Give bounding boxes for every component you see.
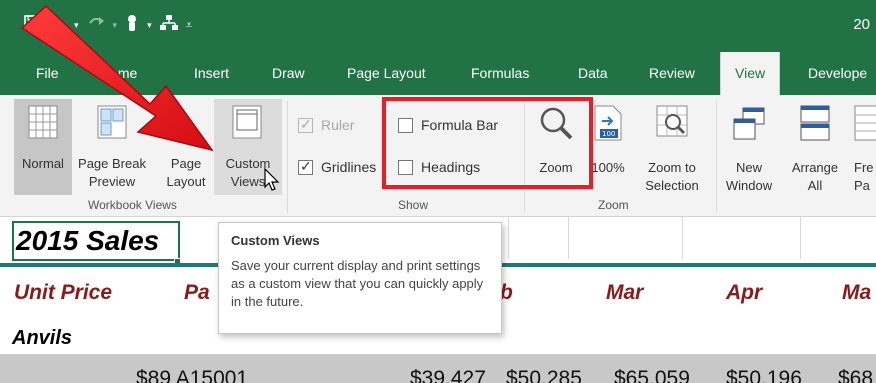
tab-formulas[interactable]: Formulas xyxy=(471,52,529,95)
window-title: 20 xyxy=(853,16,870,33)
ruler-checkbox[interactable]: ✓ Ruler xyxy=(298,115,355,133)
tab-developer[interactable]: Develope xyxy=(808,52,867,95)
mouse-cursor-icon xyxy=(264,168,280,191)
annotation-highlight-box xyxy=(382,97,593,189)
arrange-all-label-2: All xyxy=(807,178,823,193)
header-unit-price[interactable]: Unit Price xyxy=(14,281,112,305)
arrange-all-button[interactable]: Arrange All xyxy=(786,99,844,195)
annotation-arrow-icon xyxy=(20,4,214,152)
freeze-panes-label-1: Fre xyxy=(854,160,874,175)
gridlines-checkbox-box: ✓ xyxy=(298,157,313,175)
header-apr[interactable]: Apr xyxy=(726,281,762,305)
cell-gridline xyxy=(682,217,683,259)
ruler-label: Ruler xyxy=(321,117,355,133)
tab-view[interactable]: View xyxy=(720,52,781,95)
arrange-all-label-1: Arrange xyxy=(791,160,839,175)
cell-value[interactable]: $39,427 xyxy=(410,367,486,383)
zoom-to-selection-icon xyxy=(656,105,688,137)
new-window-label-2: Window xyxy=(725,178,773,193)
cell-value[interactable]: $68 xyxy=(838,367,873,383)
svg-text:100: 100 xyxy=(602,130,615,138)
selected-cell-title[interactable]: 2015 Sales xyxy=(12,221,180,261)
tab-review[interactable]: Review xyxy=(649,52,695,95)
zoom-to-selection-label-1: Zoom to xyxy=(648,160,696,175)
cell-value[interactable]: $50,285 xyxy=(506,367,582,383)
show-group-label: Show xyxy=(398,198,429,212)
zoom-to-selection-label-2: Selection xyxy=(645,178,699,193)
tab-page-layout[interactable]: Page Layout xyxy=(347,52,426,95)
gridlines-label: Gridlines xyxy=(321,159,377,175)
workbook-views-group-label: Workbook Views xyxy=(88,198,177,212)
tab-draw[interactable]: Draw xyxy=(272,52,305,95)
row-label-anvils[interactable]: Anvils xyxy=(12,327,72,350)
tooltip-title: Custom Views xyxy=(231,233,320,248)
cell-gridline xyxy=(508,217,509,259)
tooltip-body: Save your current display and print sett… xyxy=(231,258,484,309)
arrange-all-icon xyxy=(800,105,830,141)
freeze-panes-label-2: Pa xyxy=(854,178,870,193)
header-may[interactable]: Ma xyxy=(842,281,871,305)
new-window-button[interactable]: New Window xyxy=(722,99,776,195)
cell-value[interactable]: $89 A15001 xyxy=(136,367,248,383)
header-mar[interactable]: Mar xyxy=(606,281,643,305)
freeze-panes-icon xyxy=(854,105,876,141)
new-window-label-1: New xyxy=(735,160,762,175)
zoom-group-label: Zoom xyxy=(598,198,629,212)
header-part[interactable]: Pa xyxy=(184,281,210,305)
cell-value[interactable]: $50,196 xyxy=(726,367,802,383)
tab-data[interactable]: Data xyxy=(578,52,608,95)
cell-gridline xyxy=(568,217,569,259)
freeze-panes-button[interactable]: Fre Pa xyxy=(848,99,876,195)
excel-window: ▾ ▾ ▾ ⩡ 20 File Home Insert Draw Page La… xyxy=(0,0,876,383)
gridlines-checkbox[interactable]: ✓ Gridlines xyxy=(298,157,377,175)
zoom-100-icon: 100 xyxy=(594,105,622,141)
zoom-to-selection-button[interactable]: Zoom to Selection xyxy=(634,99,710,195)
group-separator xyxy=(716,101,717,213)
ruler-checkbox-box: ✓ xyxy=(298,115,313,133)
cell-gridline xyxy=(800,217,801,259)
custom-views-tooltip: Custom Views Save your current display a… xyxy=(218,222,502,334)
group-separator xyxy=(287,101,288,213)
cell-value[interactable]: $65,059 xyxy=(614,367,690,383)
new-window-icon xyxy=(733,107,765,140)
